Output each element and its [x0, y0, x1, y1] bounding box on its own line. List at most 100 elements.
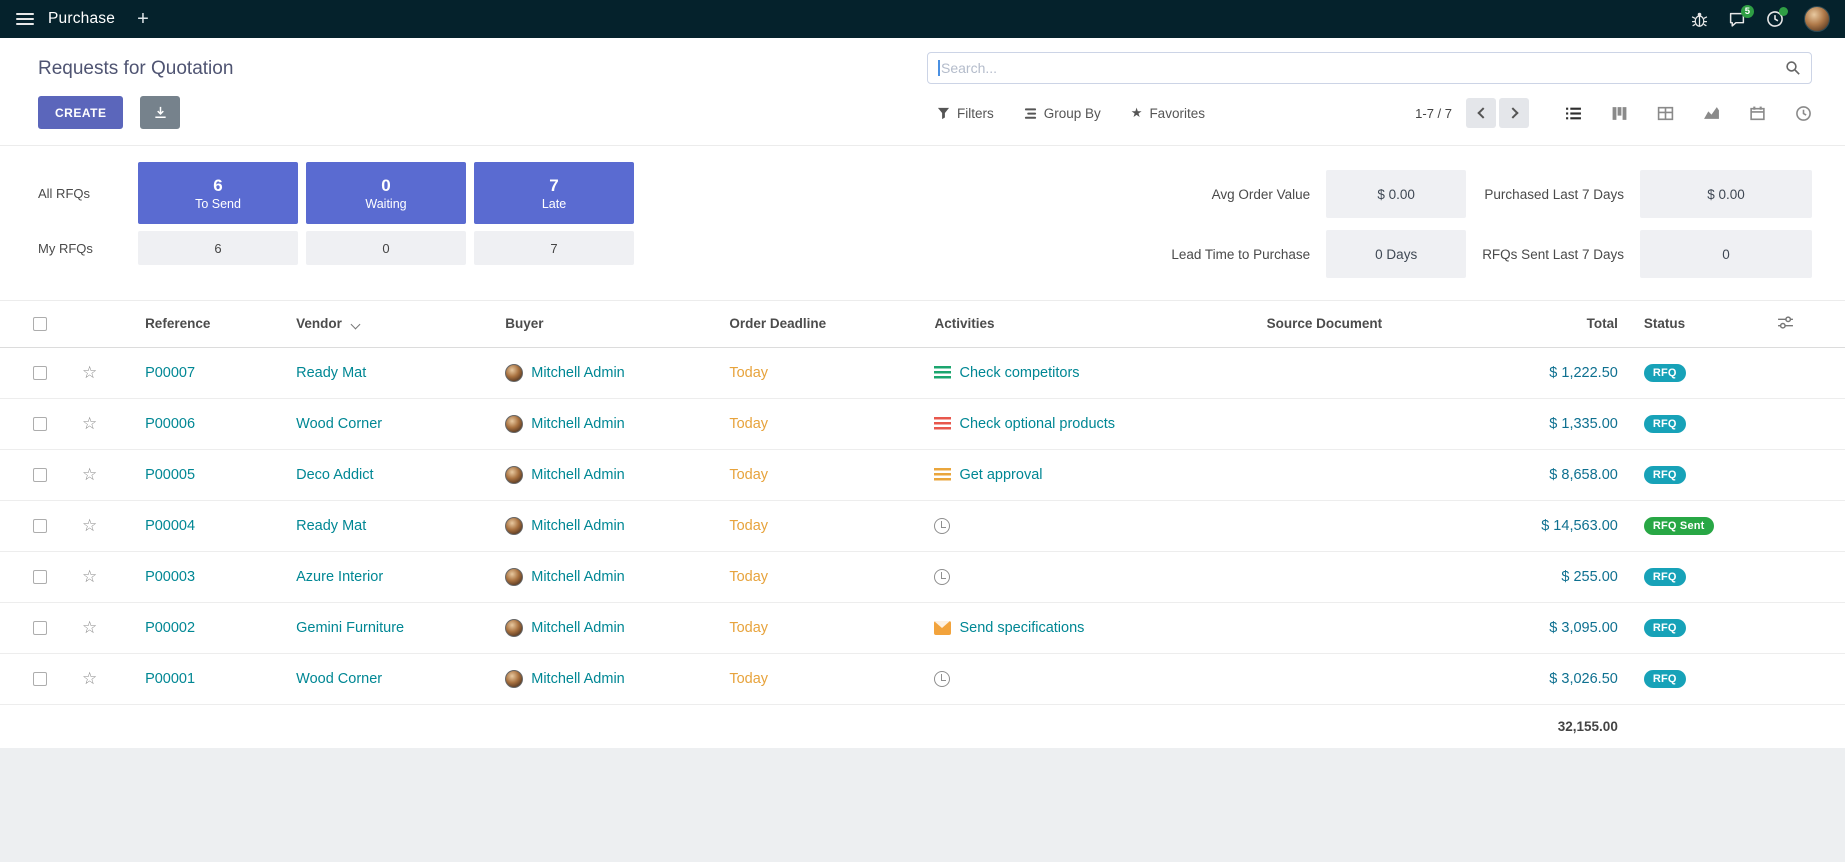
row-checkbox[interactable] [33, 519, 47, 533]
column-header-vendor[interactable]: Vendor [296, 301, 505, 347]
activity-label[interactable]: Check competitors [959, 365, 1079, 381]
favorite-star-icon[interactable]: ☆ [70, 669, 97, 688]
user-avatar[interactable] [1804, 6, 1830, 32]
vendor-link[interactable]: Ready Mat [296, 365, 366, 381]
activities-clock-icon[interactable] [1766, 10, 1784, 28]
favorite-star-icon[interactable]: ☆ [70, 567, 97, 586]
buyer-link[interactable]: Mitchell Admin [531, 671, 624, 687]
column-header-status[interactable]: Status [1644, 301, 1777, 347]
activity-type-icon[interactable] [934, 417, 951, 431]
search-icon[interactable] [1785, 60, 1801, 76]
create-button[interactable]: CREATE [38, 96, 123, 129]
calendar-view-icon[interactable] [1749, 105, 1766, 122]
export-button[interactable] [140, 96, 180, 129]
row-checkbox[interactable] [33, 468, 47, 482]
buyer-link[interactable]: Mitchell Admin [531, 416, 624, 432]
pager-previous-button[interactable] [1466, 98, 1496, 128]
select-all-checkbox[interactable] [33, 317, 47, 331]
vendor-link[interactable]: Wood Corner [296, 671, 382, 687]
my-tile-to-send[interactable]: 6 [138, 231, 298, 265]
table-row[interactable]: ☆ P00001 Wood Corner Mitchell Admin Toda… [0, 653, 1845, 704]
kanban-view-icon[interactable] [1611, 105, 1628, 122]
buyer-link[interactable]: Mitchell Admin [531, 569, 624, 585]
row-checkbox[interactable] [33, 366, 47, 380]
metric-value-purchased-last-7-days: $ 0.00 [1640, 170, 1812, 218]
reference-link[interactable]: P00003 [145, 569, 195, 585]
column-header-order-deadline[interactable]: Order Deadline [729, 301, 934, 347]
app-name[interactable]: Purchase [48, 10, 115, 28]
vendor-link[interactable]: Gemini Furniture [296, 620, 404, 636]
buyer-link[interactable]: Mitchell Admin [531, 620, 624, 636]
table-row[interactable]: ☆ P00007 Ready Mat Mitchell Admin Today … [0, 347, 1845, 398]
apps-menu-icon[interactable] [16, 13, 34, 25]
table-row[interactable]: ☆ P00003 Azure Interior Mitchell Admin T… [0, 551, 1845, 602]
optional-columns-header[interactable] [1777, 301, 1845, 347]
total-amount: $ 8,658.00 [1549, 467, 1618, 483]
vendor-link[interactable]: Wood Corner [296, 416, 382, 432]
vendor-link[interactable]: Azure Interior [296, 569, 383, 585]
order-deadline: Today [729, 620, 768, 636]
reference-link[interactable]: P00001 [145, 671, 195, 687]
reference-link[interactable]: P00007 [145, 365, 195, 381]
activity-label[interactable]: Get approval [959, 467, 1042, 483]
table-row[interactable]: ☆ P00004 Ready Mat Mitchell Admin Today … [0, 500, 1845, 551]
table-row[interactable]: ☆ P00006 Wood Corner Mitchell Admin Toda… [0, 398, 1845, 449]
vendor-link[interactable]: Deco Addict [296, 467, 373, 483]
table-row[interactable]: ☆ P00005 Deco Addict Mitchell Admin Toda… [0, 449, 1845, 500]
buyer-link[interactable]: Mitchell Admin [531, 365, 624, 381]
activity-clock-icon[interactable] [934, 569, 950, 585]
search-input[interactable] [941, 60, 1785, 76]
tile-late[interactable]: 7 Late [474, 162, 634, 224]
vendor-link[interactable]: Ready Mat [296, 518, 366, 534]
my-tile-waiting[interactable]: 0 [306, 231, 466, 265]
my-tile-late[interactable]: 7 [474, 231, 634, 265]
reference-link[interactable]: P00006 [145, 416, 195, 432]
favorite-star-icon[interactable]: ☆ [70, 618, 97, 637]
favorite-star-icon[interactable]: ☆ [70, 363, 97, 382]
view-switcher [1565, 105, 1812, 122]
graph-view-icon[interactable] [1703, 105, 1720, 122]
pager-next-button[interactable] [1499, 98, 1529, 128]
activity-clock-icon[interactable] [934, 518, 950, 534]
order-deadline: Today [729, 416, 768, 432]
group-by-button[interactable]: Group By [1024, 106, 1101, 121]
table-row[interactable]: ☆ P00002 Gemini Furniture Mitchell Admin… [0, 602, 1845, 653]
reference-link[interactable]: P00004 [145, 518, 195, 534]
debug-bug-icon[interactable] [1691, 11, 1708, 28]
activity-type-icon[interactable] [934, 366, 951, 380]
filters-button[interactable]: Filters [937, 106, 994, 121]
activity-label[interactable]: Check optional products [959, 416, 1115, 432]
tile-waiting[interactable]: 0 Waiting [306, 162, 466, 224]
row-checkbox[interactable] [33, 621, 47, 635]
row-checkbox[interactable] [33, 417, 47, 431]
reference-link[interactable]: P00002 [145, 620, 195, 636]
activity-type-icon[interactable] [934, 468, 951, 482]
activity-clock-icon[interactable] [934, 671, 950, 687]
favorite-star-icon[interactable]: ☆ [70, 516, 97, 535]
tile-to-send[interactable]: 6 To Send [138, 162, 298, 224]
column-header-buyer[interactable]: Buyer [505, 301, 729, 347]
favorite-star-icon[interactable]: ☆ [70, 465, 97, 484]
buyer-avatar [505, 517, 523, 535]
activity-label[interactable]: Send specifications [959, 620, 1084, 636]
list-view-icon[interactable] [1565, 105, 1582, 122]
buyer-link[interactable]: Mitchell Admin [531, 518, 624, 534]
activity-view-icon[interactable] [1795, 105, 1812, 122]
favorites-button[interactable]: ★ Favorites [1131, 105, 1205, 121]
activity-mail-icon[interactable] [934, 621, 951, 635]
column-header-total[interactable]: Total [1447, 301, 1644, 347]
buyer-link[interactable]: Mitchell Admin [531, 467, 624, 483]
pivot-view-icon[interactable] [1657, 105, 1674, 122]
reference-link[interactable]: P00005 [145, 467, 195, 483]
column-header-activities[interactable]: Activities [934, 301, 1266, 347]
search-box[interactable] [927, 52, 1812, 84]
plus-icon[interactable]: + [137, 9, 149, 29]
row-checkbox[interactable] [33, 570, 47, 584]
messages-icon[interactable]: 5 [1728, 11, 1746, 28]
row-checkbox[interactable] [33, 672, 47, 686]
order-deadline: Today [729, 365, 768, 381]
column-header-reference[interactable]: Reference [145, 301, 296, 347]
column-header-source-document[interactable]: Source Document [1267, 301, 1447, 347]
buyer-avatar [505, 568, 523, 586]
favorite-star-icon[interactable]: ☆ [70, 414, 97, 433]
